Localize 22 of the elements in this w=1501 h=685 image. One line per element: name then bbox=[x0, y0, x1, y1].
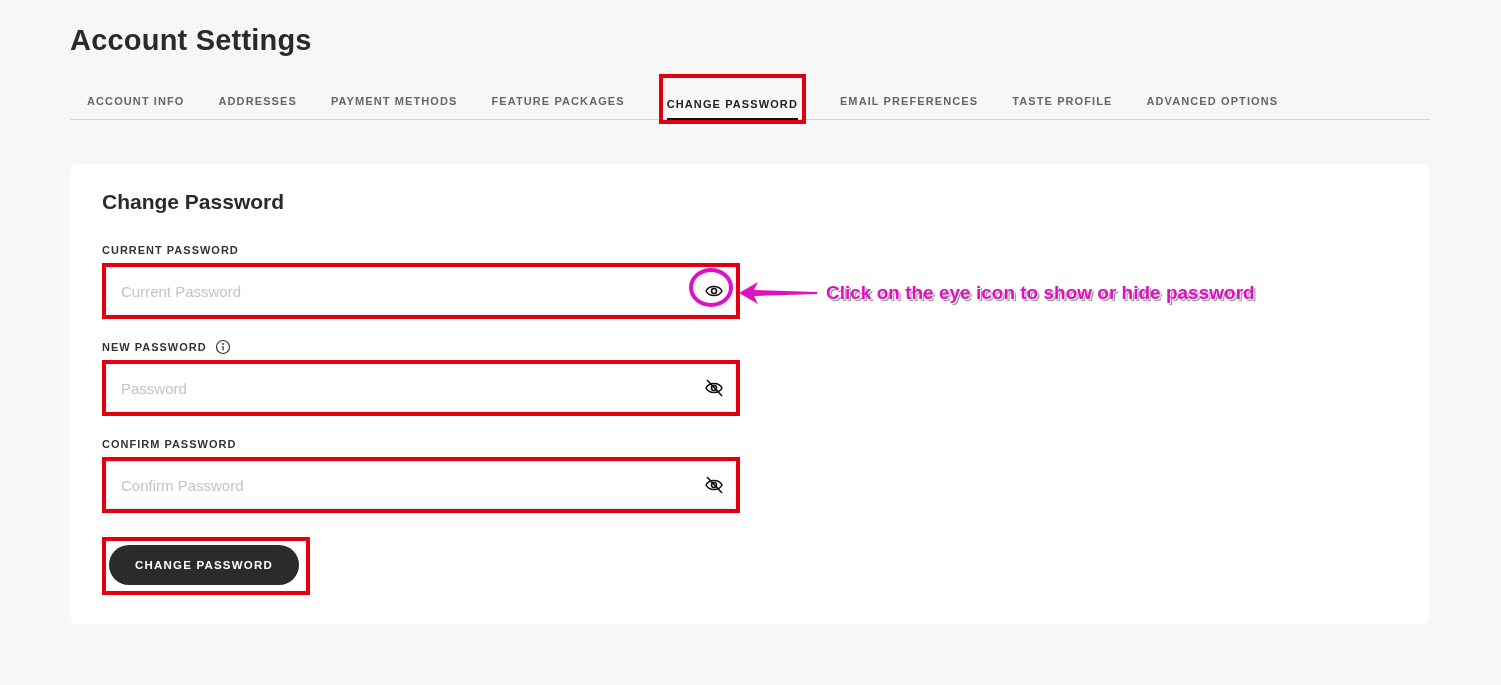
field-label: CURRENT PASSWORD bbox=[102, 244, 239, 256]
settings-tab[interactable]: PAYMENT METHODS bbox=[330, 95, 458, 117]
settings-tab[interactable]: ADDRESSES bbox=[218, 95, 297, 117]
info-icon[interactable] bbox=[214, 339, 231, 355]
highlight-circle bbox=[689, 268, 733, 307]
form-heading: Change Password bbox=[102, 190, 286, 214]
eye-slash-icon[interactable] bbox=[704, 378, 724, 398]
settings-tab[interactable]: CHANGE PASSWORD bbox=[666, 98, 798, 120]
settings-tab[interactable]: FEATURE PACKAGES bbox=[491, 95, 625, 117]
settings-tab[interactable]: ADVANCED OPTIONS bbox=[1146, 95, 1279, 117]
callout-text: Click on the eye icon to show or hide password bbox=[826, 282, 1255, 304]
settings-tab[interactable]: ACCOUNT INFO bbox=[87, 95, 185, 117]
change-password-button[interactable]: CHANGE PASSWORD bbox=[109, 545, 299, 585]
password-field[interactable]: Password bbox=[106, 364, 736, 412]
eye-slash-icon[interactable] bbox=[704, 475, 724, 495]
field-label: CONFIRM PASSWORD bbox=[102, 438, 237, 450]
password-field[interactable]: Current Password bbox=[106, 267, 736, 315]
field-label: NEW PASSWORD bbox=[102, 341, 207, 353]
settings-tab[interactable]: EMAIL PREFERENCES bbox=[839, 95, 979, 117]
password-field[interactable]: Confirm Password bbox=[106, 461, 736, 509]
page-title: Account Settings bbox=[70, 24, 313, 57]
settings-tab[interactable]: TASTE PROFILE bbox=[1012, 95, 1113, 117]
